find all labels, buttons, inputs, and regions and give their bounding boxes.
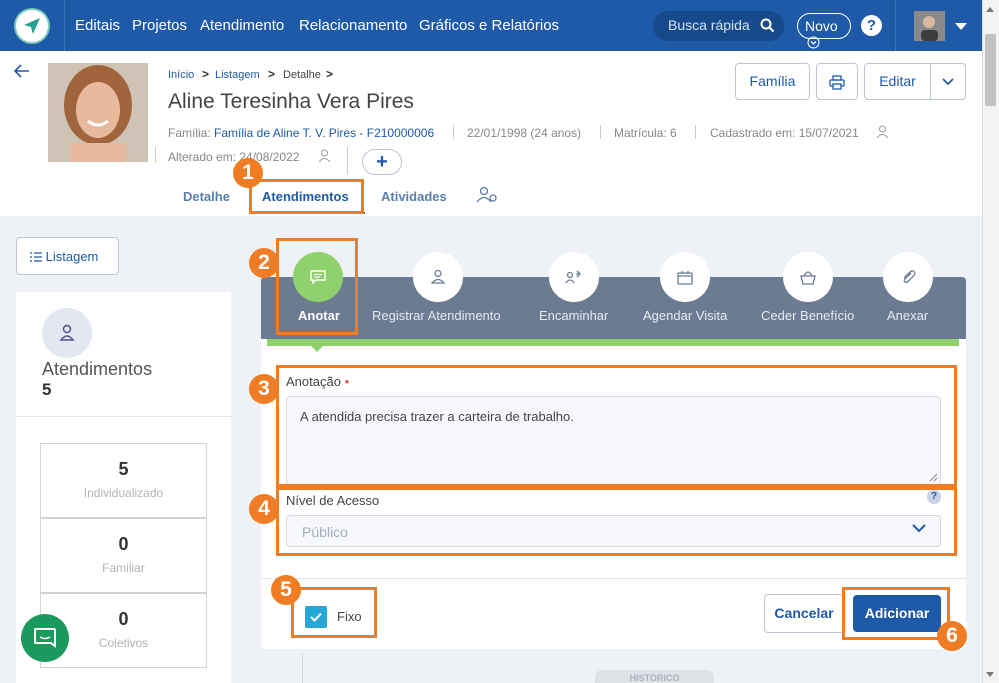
callout-box-6 <box>842 587 950 640</box>
action-toolbar <box>261 277 966 339</box>
listagem-label: Listagem <box>45 249 99 264</box>
meta-divider <box>695 125 696 139</box>
agendar-visita-button[interactable] <box>660 252 710 302</box>
stat-individualizado: 5 Individualizado <box>40 443 207 518</box>
historico-badge: HISTÓRICO <box>595 670 714 683</box>
matricula: Matrícula: 6 <box>614 126 677 140</box>
breadcrumb-separator: > <box>326 67 334 81</box>
callout-number-1: 1 <box>233 158 263 188</box>
ceder-beneficio-label: Ceder Benefício <box>761 308 855 323</box>
familia-button[interactable]: Família <box>735 63 810 100</box>
back-arrow-icon[interactable] <box>14 64 30 78</box>
user-icon <box>876 125 889 139</box>
user-menu-caret-icon[interactable] <box>955 23 967 30</box>
app-logo-icon[interactable] <box>14 8 50 44</box>
basket-icon <box>800 271 816 285</box>
meta-divider <box>453 125 454 139</box>
person-photo <box>48 63 148 162</box>
callout-box-5 <box>291 587 377 638</box>
anexar-label: Anexar <box>887 308 929 323</box>
chat-button[interactable] <box>21 614 69 662</box>
atendimentos-title: Atendimentos <box>42 359 153 379</box>
encaminhar-button[interactable] <box>549 252 599 302</box>
active-action-pointer <box>311 346 323 352</box>
calendar-icon <box>677 270 693 285</box>
new-dropdown-button[interactable]: Novo <box>797 13 851 49</box>
agendar-visita-label: Agendar Visita <box>643 308 728 323</box>
callout-number-6: 6 <box>937 621 967 651</box>
timeline-line <box>302 654 303 683</box>
forward-users-icon <box>565 270 581 284</box>
user-icon <box>431 269 445 284</box>
stat-label: Familiar <box>102 561 145 575</box>
callout-box-2 <box>276 238 358 335</box>
editar-button[interactable]: Editar <box>864 63 931 100</box>
person-name: Aline Teresinha Vera Pires <box>168 90 414 113</box>
user-avatar[interactable] <box>914 11 945 41</box>
tab-detalhe[interactable]: Detalhe <box>183 189 230 204</box>
nav-item-atendimento[interactable]: Atendimento <box>200 17 284 34</box>
breadcrumb-separator: > <box>268 67 276 81</box>
active-action-indicator <box>267 339 959 346</box>
print-button[interactable] <box>816 63 858 100</box>
help-icon[interactable]: ? <box>861 15 882 36</box>
printer-icon <box>829 75 845 90</box>
paperclip-icon <box>903 270 916 284</box>
add-more-button[interactable]: + <box>362 149 402 175</box>
meta-divider <box>600 125 601 139</box>
callout-number-4: 4 <box>249 494 279 524</box>
callout-box-4 <box>276 487 957 556</box>
cancel-button[interactable]: Cancelar <box>764 594 844 633</box>
cadastrado-date: Cadastrado em: 15/07/2021 <box>710 126 859 140</box>
registrar-atendimento-button[interactable] <box>413 252 463 302</box>
ceder-beneficio-button[interactable] <box>783 252 833 302</box>
list-icon <box>30 252 42 262</box>
nav-divider <box>895 0 896 51</box>
nav-item-editais[interactable]: Editais <box>75 17 120 34</box>
breadcrumb-detalhe: Detalhe <box>283 69 321 81</box>
chat-icon <box>34 628 56 648</box>
user-icon <box>318 149 331 163</box>
callout-number-2: 2 <box>249 248 279 278</box>
divider <box>16 416 231 417</box>
chevron-down-icon <box>807 36 820 49</box>
stat-label: Individualizado <box>83 486 164 500</box>
callout-box-3 <box>276 365 957 487</box>
atendimento-user-icon <box>42 308 92 358</box>
callout-number-5: 5 <box>271 575 301 605</box>
callout-number-3: 3 <box>249 374 279 404</box>
new-label: Novo <box>805 18 838 34</box>
alterado-date: Alterado em: 24/08/2022 <box>168 150 300 164</box>
divider <box>261 578 966 579</box>
breadcrumb-separator: > <box>202 67 210 81</box>
listagem-button[interactable]: Listagem <box>16 237 119 275</box>
users-settings-icon[interactable] <box>476 186 498 204</box>
scrollbar-thumb[interactable] <box>985 34 996 106</box>
familia-link[interactable]: Família de Aline T. V. Pires - F21000000… <box>214 126 434 140</box>
stat-familiar: 0 Familiar <box>40 518 207 593</box>
callout-box-1 <box>249 179 364 214</box>
scroll-up-icon[interactable] <box>986 7 994 12</box>
tab-atividades[interactable]: Atividades <box>381 189 447 204</box>
familia-label: Família: <box>168 126 211 140</box>
atendimentos-count: 5 <box>42 380 52 399</box>
breadcrumb-listagem[interactable]: Listagem <box>215 69 260 81</box>
anexar-button[interactable] <box>883 252 933 302</box>
editar-dropdown-button[interactable] <box>930 63 966 100</box>
nav-item-graficos[interactable]: Gráficos e Relatórios <box>419 17 559 34</box>
registrar-atendimento-label: Registrar Atendimento <box>372 308 501 323</box>
nav-item-projetos[interactable]: Projetos <box>132 17 187 34</box>
chevron-down-icon <box>942 78 954 86</box>
encaminhar-label: Encaminhar <box>539 308 609 323</box>
meta-divider <box>155 147 156 163</box>
breadcrumb-inicio[interactable]: Início <box>168 69 194 81</box>
birth-date: 22/01/1998 (24 anos) <box>467 126 582 140</box>
meta-divider <box>347 147 348 174</box>
nav-divider <box>64 0 65 51</box>
scroll-down-icon[interactable] <box>986 672 994 677</box>
stat-value: 5 <box>118 459 129 479</box>
stat-value: 0 <box>118 534 129 554</box>
search-icon[interactable] <box>760 18 775 33</box>
nav-item-relacionamento[interactable]: Relacionamento <box>299 17 407 34</box>
